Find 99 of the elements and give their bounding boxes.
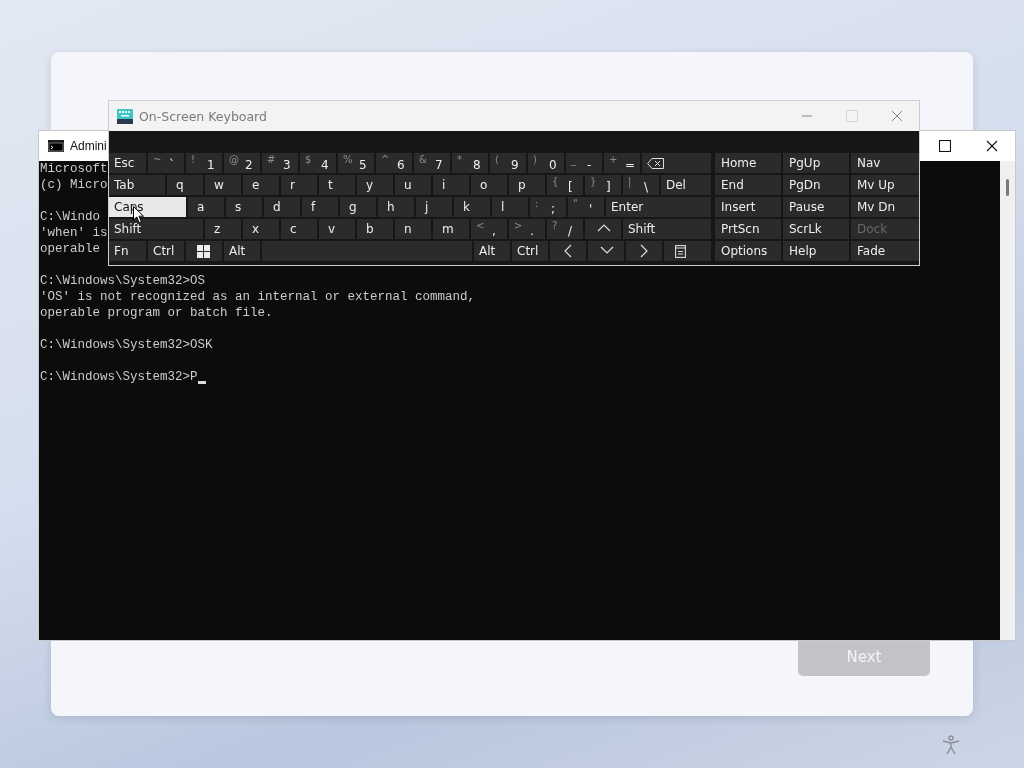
keyboard-key[interactable]: Mv Dn [851,197,919,217]
keyboard-key[interactable]: % 5 [338,153,374,173]
scrollbar-thumb[interactable] [1006,179,1009,196]
keyboard-key[interactable]: PgDn [783,175,849,195]
keyboard-key[interactable]: Mv Up [851,175,919,195]
keyboard-key[interactable]: Nav [851,153,919,173]
keyboard-key[interactable]: PgUp [783,153,849,173]
keyboard-key[interactable]: " ' [568,197,604,217]
keyboard-key[interactable]: Pause [783,197,849,217]
keyboard-key[interactable]: _ - [566,153,602,173]
keyboard-key[interactable]: Shift [623,219,711,239]
keyboard-key[interactable]: Shift [109,219,203,239]
keyboard-key[interactable]: n [395,219,431,239]
keyboard-key[interactable]: z [205,219,241,239]
keyboard-key[interactable]: & 7 [414,153,450,173]
keyboard-key[interactable]: * 8 [452,153,488,173]
keyboard-key[interactable]: Home [715,153,781,173]
window-title: Admini [70,139,107,153]
scrollbar[interactable] [1000,161,1015,640]
keyboard-key[interactable]: Fn [109,241,146,261]
keyboard-key[interactable]: a [188,197,224,217]
keyboard-key[interactable]: p [509,175,545,195]
keyboard-key[interactable]: h [378,197,414,217]
keyboard-key[interactable] [186,241,222,261]
keyboard-key[interactable]: Ctrl [148,241,184,261]
keyboard-key[interactable] [642,153,711,173]
keyboard-key[interactable]: Ctrl [512,241,548,261]
keyboard-key[interactable]: Fade [851,241,919,261]
window-title: On-Screen Keyboard [139,108,267,124]
maximize-icon[interactable] [939,140,951,152]
keyboard-key[interactable]: Insert [715,197,781,217]
keyboard-key[interactable]: > . [509,219,545,239]
keyboard-key[interactable]: k [454,197,490,217]
keyboard-key[interactable]: b [357,219,393,239]
keyboard-key[interactable]: s [226,197,262,217]
keyboard-key[interactable]: m [433,219,469,239]
keyboard-key[interactable]: $ 4 [300,153,336,173]
menu-icon [675,244,686,258]
keyboard-key[interactable]: ? / [547,219,583,239]
keyboard-key[interactable]: ) 0 [528,153,564,173]
keyboard-key[interactable]: d [264,197,300,217]
keyboard-key[interactable]: Help [783,241,849,261]
keyboard-key[interactable]: : ; [530,197,566,217]
keyboard-key[interactable]: r [281,175,317,195]
close-icon[interactable] [986,140,998,152]
console-line: 'when' is [40,225,108,241]
keyboard-key[interactable]: @ 2 [224,153,260,173]
keyboard-key[interactable]: w [205,175,241,195]
keyboard-key[interactable] [664,241,711,261]
keyboard-key[interactable]: + = [604,153,640,173]
text-cursor [197,381,206,384]
keyboard-key[interactable]: Tab [109,175,165,195]
console-line: 'OS' is not recognized as an internal or external command, [40,289,476,305]
console-line: C:\Windows\System32>OS [40,273,206,289]
keyboard-key[interactable]: } ] [585,175,621,195]
keyboard-key[interactable]: Alt [224,241,260,261]
keyboard-key[interactable]: l [492,197,528,217]
console-icon [48,140,64,152]
keyboard-key[interactable]: t [319,175,355,195]
keyboard-key[interactable]: Enter [606,197,711,217]
keyboard-key[interactable]: x [243,219,279,239]
keyboard-key[interactable]: c [281,219,317,239]
console-line: operable program or batch file. [40,305,273,321]
keyboard-key[interactable]: ! 1 [186,153,222,173]
keyboard-key[interactable]: # 3 [262,153,298,173]
accessibility-icon[interactable] [942,735,960,755]
keyboard-key[interactable]: o [471,175,507,195]
keyboard-key[interactable]: PrtScn [715,219,781,239]
keyboard-key[interactable]: f [302,197,338,217]
keyboard-key[interactable]: Options [715,241,781,261]
console-line: C:\Windows\System32>P [40,369,198,385]
console-line: (c) Micro [40,177,108,193]
keyboard-key[interactable]: y [357,175,393,195]
keyboard-key[interactable]: j [416,197,452,217]
keyboard-key[interactable]: { [ [547,175,583,195]
keyboard-key[interactable]: e [243,175,279,195]
keyboard-key[interactable]: Esc [109,153,146,173]
keyboard-key[interactable]: Alt [474,241,510,261]
keyboard-key[interactable]: u [395,175,431,195]
keyboard-key[interactable]: ScrLk [783,219,849,239]
backspace-icon [647,157,664,169]
keyboard-key[interactable]: End [715,175,781,195]
keyboard-key[interactable]: g [340,197,376,217]
console-line: Microsoft [40,161,108,177]
keyboard-key[interactable]: ^ 6 [376,153,412,173]
keyboard-key[interactable]: < , [471,219,507,239]
keyboard-key[interactable]: q [167,175,203,195]
console-line: C:\Windows\System32>OSK [40,337,213,353]
keyboard-key[interactable]: i [433,175,469,195]
maximize-icon [846,110,858,122]
keyboard-key[interactable]: | \ [623,175,659,195]
keyboard-key[interactable]: v [319,219,355,239]
windows-logo-icon [197,244,210,258]
keyboard-icon [117,108,133,124]
console-line: operable [40,241,100,257]
console-line: C:\Windo [40,209,100,225]
keyboard-key[interactable]: Del [661,175,711,195]
keyboard-key[interactable]: ~ ` [148,153,184,173]
keyboard-key[interactable]: ( 9 [490,153,526,173]
